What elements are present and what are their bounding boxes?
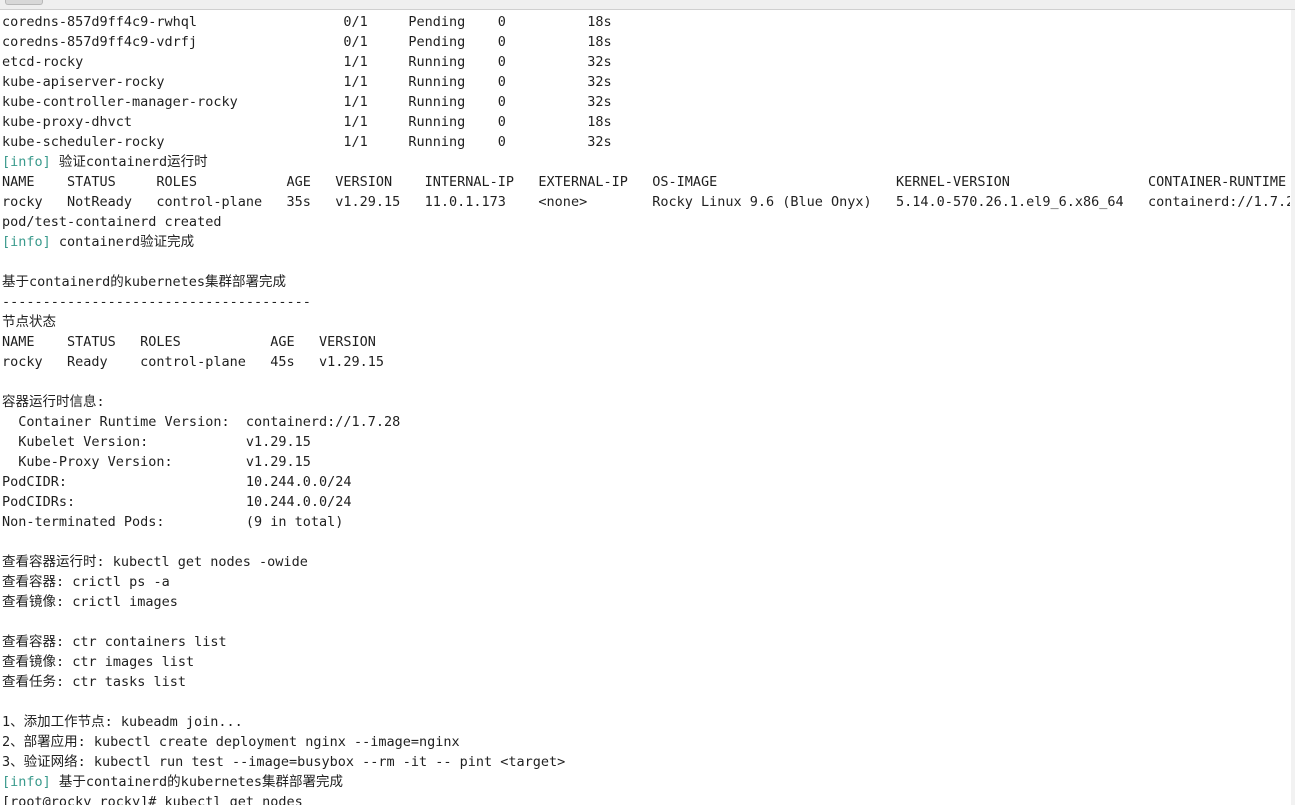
terminal-line: 1、添加工作节点: kubeadm join... (2, 712, 1290, 732)
terminal-line: 节点状态 (2, 312, 1290, 332)
terminal-line: 2、部署应用: kubectl create deployment nginx … (2, 732, 1290, 752)
terminal-line: Container Runtime Version: containerd://… (2, 412, 1290, 432)
terminal-line: 查看任务: ctr tasks list (2, 672, 1290, 692)
line-text: PodCIDRs: 10.244.0.0/24 (2, 494, 352, 510)
terminal-line: PodCIDRs: 10.244.0.0/24 (2, 492, 1290, 512)
terminal-line: 容器运行时信息: (2, 392, 1290, 412)
terminal-line: etcd-rocky 1/1 Running 0 32s (2, 52, 1290, 72)
info-tag: [info] (2, 234, 51, 250)
scrollbar[interactable] (1291, 10, 1295, 805)
terminal-line: rocky NotReady control-plane 35s v1.29.1… (2, 192, 1290, 212)
line-text: 容器运行时信息: (2, 394, 105, 410)
terminal-line: [info] 基于containerd的kubernetes集群部署完成 (2, 772, 1290, 792)
line-text: Container Runtime Version: containerd://… (2, 414, 401, 430)
line-text: 1、添加工作节点: kubeadm join... (2, 714, 243, 730)
line-text: kube-proxy-dhvct 1/1 Running 0 18s (2, 114, 612, 130)
line-text: 查看镜像: crictl images (2, 594, 178, 610)
line-text: 验证containerd运行时 (50, 154, 208, 170)
line-text: kube-controller-manager-rocky 1/1 Runnin… (2, 94, 612, 110)
terminal-line: kube-scheduler-rocky 1/1 Running 0 32s (2, 132, 1290, 152)
terminal-line: kube-controller-manager-rocky 1/1 Runnin… (2, 92, 1290, 112)
terminal-line: [root@rocky rocky]# kubectl get nodes (2, 792, 1290, 805)
terminal-line: PodCIDR: 10.244.0.0/24 (2, 472, 1290, 492)
line-text: 节点状态 (2, 314, 56, 330)
line-text: NAME STATUS ROLES AGE VERSION INTERNAL-I… (2, 174, 1287, 190)
terminal-line: 查看容器: ctr containers list (2, 632, 1290, 652)
terminal-window: coredns-857d9ff4c9-rwhql 0/1 Pending 0 1… (0, 0, 1295, 805)
line-text: containerd验证完成 (50, 234, 195, 250)
line-text: rocky NotReady control-plane 35s v1.29.1… (2, 194, 1290, 210)
line-text: 2、部署应用: kubectl create deployment nginx … (2, 734, 460, 750)
terminal-line: 查看镜像: ctr images list (2, 652, 1290, 672)
info-tag: [info] (2, 154, 51, 170)
terminal-line: 查看容器: crictl ps -a (2, 572, 1290, 592)
terminal-line: coredns-857d9ff4c9-vdrfj 0/1 Pending 0 1… (2, 32, 1290, 52)
terminal-line: 基于containerd的kubernetes集群部署完成 (2, 272, 1290, 292)
terminal-line: NAME STATUS ROLES AGE VERSION (2, 332, 1290, 352)
line-text: 基于containerd的kubernetes集群部署完成 (50, 774, 343, 790)
terminal-line: NAME STATUS ROLES AGE VERSION INTERNAL-I… (2, 172, 1290, 192)
line-text: 查看镜像: ctr images list (2, 654, 195, 670)
line-text: coredns-857d9ff4c9-rwhql 0/1 Pending 0 1… (2, 14, 612, 30)
line-text: 查看容器运行时: kubectl get nodes -owide (2, 554, 308, 570)
line-text: [root@rocky rocky]# kubectl get nodes (2, 794, 303, 805)
line-text: Kube-Proxy Version: v1.29.15 (2, 454, 311, 470)
line-text: coredns-857d9ff4c9-vdrfj 0/1 Pending 0 1… (2, 34, 612, 50)
line-text: 查看任务: ctr tasks list (2, 674, 187, 690)
line-text: 3、验证网络: kubectl run test --image=busybox… (2, 754, 566, 770)
terminal-line: 查看容器运行时: kubectl get nodes -owide (2, 552, 1290, 572)
terminal-line: Kubelet Version: v1.29.15 (2, 432, 1290, 452)
line-text: Kubelet Version: v1.29.15 (2, 434, 311, 450)
line-text: 基于containerd的kubernetes集群部署完成 (2, 274, 287, 290)
line-text: NAME STATUS ROLES AGE VERSION (2, 334, 376, 350)
line-text: kube-apiserver-rocky 1/1 Running 0 32s (2, 74, 612, 90)
line-text: 查看容器: ctr containers list (2, 634, 227, 650)
terminal-line: kube-proxy-dhvct 1/1 Running 0 18s (2, 112, 1290, 132)
terminal-line: pod/test-containerd created (2, 212, 1290, 232)
terminal-line: Non-terminated Pods: (9 in total) (2, 512, 1290, 532)
line-text: etcd-rocky 1/1 Running 0 32s (2, 54, 612, 70)
terminal-output[interactable]: coredns-857d9ff4c9-rwhql 0/1 Pending 0 1… (2, 12, 1290, 805)
line-text: rocky Ready control-plane 45s v1.29.15 (2, 354, 385, 370)
tab-bar (0, 0, 1295, 10)
terminal-line: rocky Ready control-plane 45s v1.29.15 (2, 352, 1290, 372)
terminal-line: kube-apiserver-rocky 1/1 Running 0 32s (2, 72, 1290, 92)
line-text: PodCIDR: 10.244.0.0/24 (2, 474, 352, 490)
line-text: -------------------------------------- (2, 294, 311, 310)
terminal-tab[interactable] (5, 0, 43, 5)
terminal-line: -------------------------------------- (2, 292, 1290, 312)
terminal-line: [info] containerd验证完成 (2, 232, 1290, 252)
terminal-line: coredns-857d9ff4c9-rwhql 0/1 Pending 0 1… (2, 12, 1290, 32)
line-text: 查看容器: crictl ps -a (2, 574, 170, 590)
line-text: Non-terminated Pods: (9 in total) (2, 514, 344, 530)
line-text: pod/test-containerd created (2, 214, 222, 230)
terminal-line: [info] 验证containerd运行时 (2, 152, 1290, 172)
terminal-line: 查看镜像: crictl images (2, 592, 1290, 612)
terminal-line: Kube-Proxy Version: v1.29.15 (2, 452, 1290, 472)
line-text: kube-scheduler-rocky 1/1 Running 0 32s (2, 134, 612, 150)
terminal-line: 3、验证网络: kubectl run test --image=busybox… (2, 752, 1290, 772)
info-tag: [info] (2, 774, 51, 790)
